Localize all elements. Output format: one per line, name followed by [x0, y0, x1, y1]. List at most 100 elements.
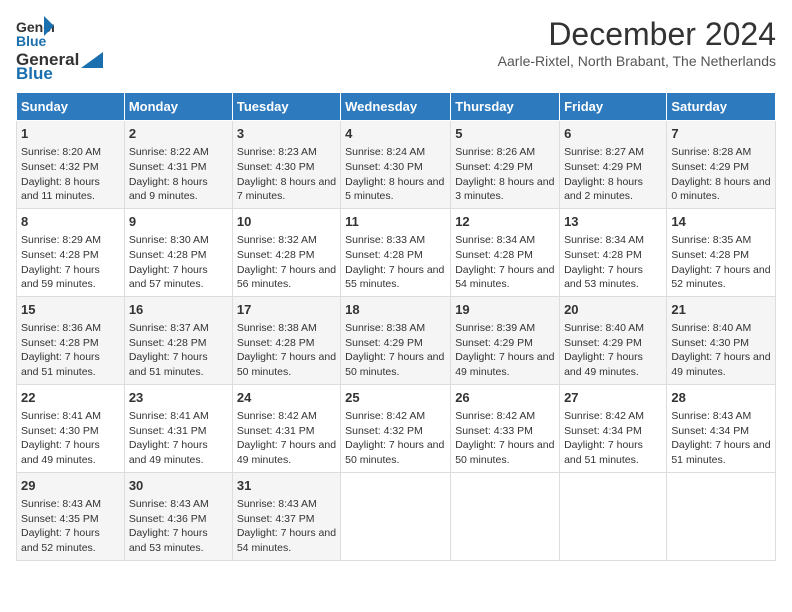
logo-blue: Blue: [16, 64, 53, 84]
day-cell: 16Sunrise: 8:37 AMSunset: 4:28 PMDayligh…: [124, 296, 232, 384]
day-cell: 24Sunrise: 8:42 AMSunset: 4:31 PMDayligh…: [232, 384, 340, 472]
sunrise: Sunrise: 8:36 AM: [21, 322, 101, 334]
week-row-2: 8 Sunrise: 8:29 AM Sunset: 4:28 PM Daylight…: [17, 208, 776, 296]
sunset: Sunset: 4:28 PM: [21, 337, 99, 349]
sunrise: Sunrise: 8:26 AM: [455, 146, 535, 158]
day-number: 6: [564, 125, 662, 143]
day-cell: 5Sunrise: 8:26 AMSunset: 4:29 PMDaylight…: [451, 121, 560, 209]
sunrise: Sunrise: 8:34 AM: [455, 234, 535, 246]
sunset: Sunset: 4:29 PM: [564, 161, 642, 173]
daylight: Daylight: 7 hours and 53 minutes.: [129, 527, 208, 554]
day-number: 13: [564, 213, 662, 231]
day-cell: 1Sunrise: 8:20 AMSunset: 4:32 PMDaylight…: [17, 121, 125, 209]
sunset: Sunset: 4:28 PM: [237, 337, 315, 349]
day-number: 10: [237, 213, 336, 231]
sunset: Sunset: 4:28 PM: [237, 249, 315, 261]
sunset: Sunset: 4:28 PM: [564, 249, 642, 261]
header-col-tuesday: Tuesday: [232, 93, 340, 121]
week-row-5: 29Sunrise: 8:43 AMSunset: 4:35 PMDayligh…: [17, 472, 776, 560]
day-number: 17: [237, 301, 336, 319]
day-cell: 2Sunrise: 8:22 AMSunset: 4:31 PMDaylight…: [124, 121, 232, 209]
sunrise: Sunrise: 8:40 AM: [671, 322, 751, 334]
calendar-header: SundayMondayTuesdayWednesdayThursdayFrid…: [17, 93, 776, 121]
sunrise: Sunrise: 8:43 AM: [671, 410, 751, 422]
sunset: Sunset: 4:31 PM: [129, 425, 207, 437]
daylight: Daylight: 7 hours and 54 minutes.: [455, 264, 554, 291]
day-cell: [451, 472, 560, 560]
day-number: 15: [21, 301, 120, 319]
day-number: 4: [345, 125, 446, 143]
day-number: 26: [455, 389, 555, 407]
sunrise: Sunrise: 8:42 AM: [455, 410, 535, 422]
daylight: Daylight: 7 hours and 49 minutes.: [455, 351, 554, 378]
sunset: Sunset: 4:31 PM: [237, 425, 315, 437]
daylight: Daylight: 7 hours and 51 minutes.: [671, 439, 770, 466]
daylight: Daylight: 8 hours and 11 minutes.: [21, 176, 100, 203]
header-col-sunday: Sunday: [17, 93, 125, 121]
header-col-monday: Monday: [124, 93, 232, 121]
day-number: 7: [671, 125, 771, 143]
sunrise: Sunrise: 8:32 AM: [237, 234, 317, 246]
day-number: 8: [21, 213, 120, 231]
week-row-1: 1Sunrise: 8:20 AMSunset: 4:32 PMDaylight…: [17, 121, 776, 209]
daylight: Daylight: 7 hours and 49 minutes.: [564, 351, 643, 378]
daylight: Daylight: 8 hours and 9 minutes.: [129, 176, 208, 203]
day-cell: 7Sunrise: 8:28 AMSunset: 4:29 PMDaylight…: [667, 121, 776, 209]
day-cell: 15Sunrise: 8:36 AMSunset: 4:28 PMDayligh…: [17, 296, 125, 384]
day-cell: 14Sunrise: 8:35 AMSunset: 4:28 PMDayligh…: [667, 208, 776, 296]
sunrise: Sunrise: 8:37 AM: [129, 322, 209, 334]
daylight: Daylight: 7 hours and 50 minutes.: [345, 351, 444, 378]
sunrise: Sunrise: 8:43 AM: [129, 498, 209, 510]
sunset: Sunset: 4:28 PM: [671, 249, 749, 261]
header-row: SundayMondayTuesdayWednesdayThursdayFrid…: [17, 93, 776, 121]
day-cell: 6Sunrise: 8:27 AMSunset: 4:29 PMDaylight…: [560, 121, 667, 209]
sunset: Sunset: 4:32 PM: [345, 425, 423, 437]
day-number: 30: [129, 477, 228, 495]
day-cell: 30Sunrise: 8:43 AMSunset: 4:36 PMDayligh…: [124, 472, 232, 560]
logo-triangle-icon: [81, 52, 103, 68]
sunrise: Sunrise: 8:40 AM: [564, 322, 644, 334]
logo-icon: General Blue: [16, 16, 54, 48]
day-cell: 23Sunrise: 8:41 AMSunset: 4:31 PMDayligh…: [124, 384, 232, 472]
sunrise: Sunrise: 8:38 AM: [345, 322, 425, 334]
daylight: Daylight: 8 hours and 0 minutes.: [671, 176, 770, 203]
title-block: December 2024 Aarle-Rixtel, North Braban…: [498, 16, 776, 69]
sunset: Sunset: 4:33 PM: [455, 425, 533, 437]
daylight: Daylight: 8 hours and 3 minutes.: [455, 176, 554, 203]
day-number: 9: [129, 213, 228, 231]
daylight: Daylight: 8 hours and 2 minutes.: [564, 176, 643, 203]
sunrise: Sunrise: 8:42 AM: [345, 410, 425, 422]
sunset: Sunset: 4:30 PM: [345, 161, 423, 173]
header-col-friday: Friday: [560, 93, 667, 121]
day-cell: 8Sunrise: 8:29 AMSunset: 4:28 PMDaylight…: [17, 208, 125, 296]
day-number: 2: [129, 125, 228, 143]
daylight: Daylight: 7 hours and 50 minutes.: [345, 439, 444, 466]
calendar-table: SundayMondayTuesdayWednesdayThursdayFrid…: [16, 92, 776, 561]
sunset: Sunset: 4:31 PM: [129, 161, 207, 173]
daylight: Daylight: 7 hours and 55 minutes.: [345, 264, 444, 291]
sunrise: Sunrise: 8:38 AM: [237, 322, 317, 334]
daylight: Daylight: 7 hours and 49 minutes.: [237, 439, 336, 466]
sunset: Sunset: 4:29 PM: [345, 337, 423, 349]
day-number: 29: [21, 477, 120, 495]
sunrise: Sunrise: 8:39 AM: [455, 322, 535, 334]
header-col-thursday: Thursday: [451, 93, 560, 121]
sunset: Sunset: 4:28 PM: [21, 249, 99, 261]
sunrise: Sunrise: 8:29 AM: [21, 234, 101, 246]
day-cell: 18Sunrise: 8:38 AMSunset: 4:29 PMDayligh…: [341, 296, 451, 384]
day-cell: [667, 472, 776, 560]
daylight: Daylight: 7 hours and 50 minutes.: [455, 439, 554, 466]
daylight: Daylight: 7 hours and 57 minutes.: [129, 264, 208, 291]
day-number: 28: [671, 389, 771, 407]
day-cell: [341, 472, 451, 560]
day-cell: 21Sunrise: 8:40 AMSunset: 4:30 PMDayligh…: [667, 296, 776, 384]
sunrise: Sunrise: 8:23 AM: [237, 146, 317, 158]
daylight: Daylight: 8 hours and 5 minutes.: [345, 176, 444, 203]
sunset: Sunset: 4:30 PM: [21, 425, 99, 437]
day-cell: 17Sunrise: 8:38 AMSunset: 4:28 PMDayligh…: [232, 296, 340, 384]
sunset: Sunset: 4:28 PM: [129, 337, 207, 349]
daylight: Daylight: 7 hours and 52 minutes.: [21, 527, 100, 554]
sunset: Sunset: 4:29 PM: [671, 161, 749, 173]
day-number: 19: [455, 301, 555, 319]
sunrise: Sunrise: 8:43 AM: [237, 498, 317, 510]
